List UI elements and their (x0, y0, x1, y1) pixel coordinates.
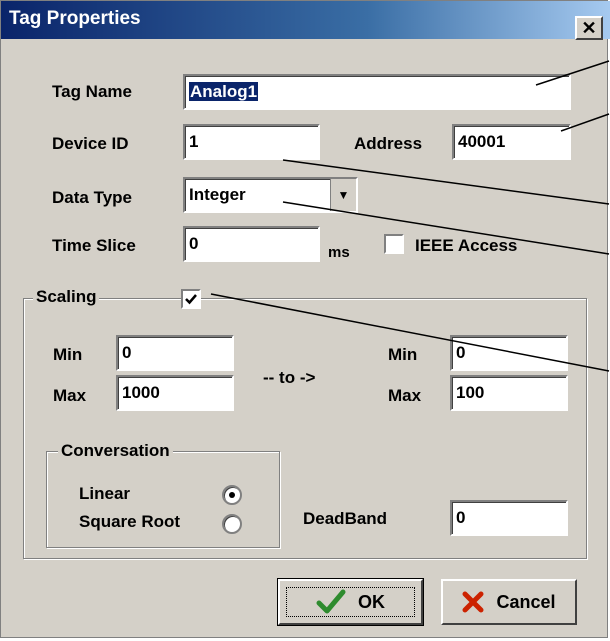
callout-line-address (560, 113, 610, 132)
callout-line-data-type (282, 201, 610, 255)
callout-line-scaling (210, 293, 610, 372)
tag-properties-dialog: Tag Properties ✕ Tag Name Analog1 Device… (0, 0, 610, 638)
callout-line-tag-name (535, 60, 610, 86)
callout-line-device-id (282, 159, 610, 205)
callout-lines (210, 60, 610, 372)
